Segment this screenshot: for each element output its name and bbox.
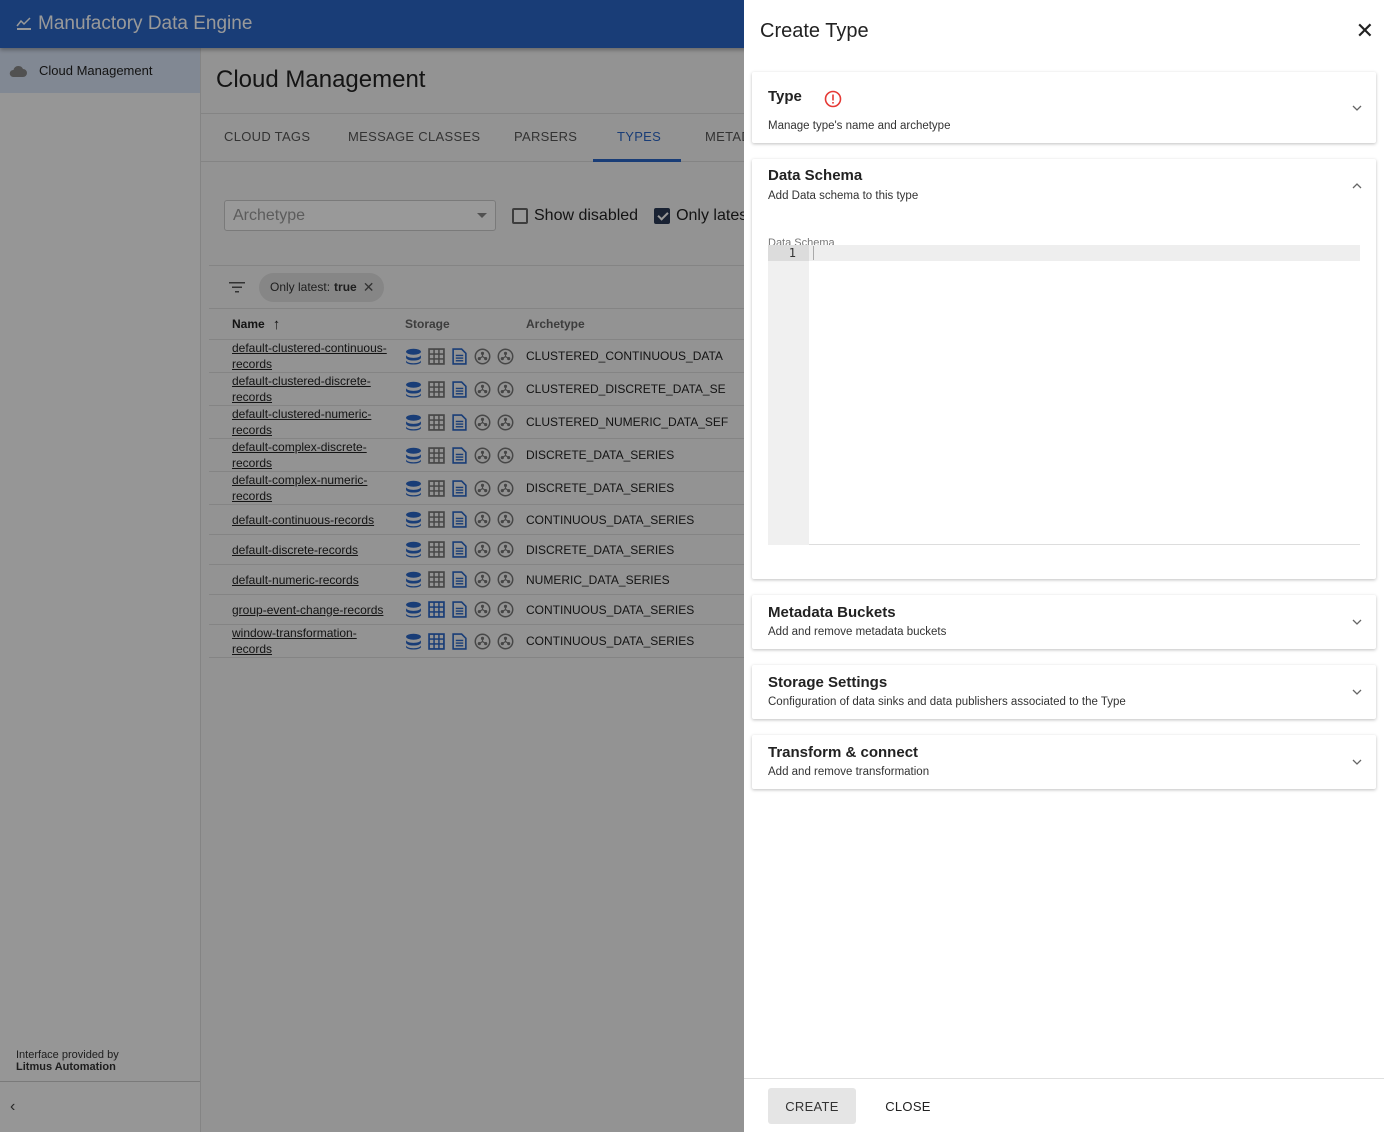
modal-backdrop[interactable] xyxy=(0,0,744,1132)
chevron-up-icon[interactable] xyxy=(1352,181,1362,191)
panel-storage-settings[interactable]: Storage Settings Configuration of data s… xyxy=(752,665,1376,719)
panel-title: Metadata Buckets xyxy=(768,604,896,621)
panel-title[interactable]: Data Schema xyxy=(768,167,862,184)
panel-subtitle: Configuration of data sinks and data pub… xyxy=(768,696,1126,708)
panel-title: Type xyxy=(768,88,802,105)
drawer-title: Create Type xyxy=(760,20,869,42)
line-number: 1 xyxy=(768,245,809,261)
active-code-line[interactable] xyxy=(809,245,1360,261)
error-icon xyxy=(824,90,842,108)
panel-subtitle: Add Data schema to this type xyxy=(768,190,919,202)
app-root: Manufactory Data Engine Cloud Management… xyxy=(0,0,1384,1132)
panel-type[interactable]: Type Manage type's name and archetype xyxy=(752,72,1376,143)
create-type-drawer: Create Type ✕ Type Manage type's name an… xyxy=(744,0,1384,1132)
panel-title: Storage Settings xyxy=(768,674,888,691)
panel-title: Transform & connect xyxy=(768,744,919,761)
panel-transform-connect[interactable]: Transform & connect Add and remove trans… xyxy=(752,735,1376,789)
chevron-down-icon xyxy=(1352,689,1362,695)
close-icon[interactable]: ✕ xyxy=(1356,20,1374,42)
panel-data-schema: Data Schema Add Data schema to this type… xyxy=(752,159,1376,579)
create-button[interactable]: CREATE xyxy=(768,1088,856,1124)
chevron-down-icon xyxy=(1352,105,1362,111)
close-button[interactable]: CLOSE xyxy=(868,1088,948,1124)
drawer-footer: CREATE CLOSE xyxy=(744,1078,1384,1132)
chevron-down-icon xyxy=(1352,759,1362,765)
panel-subtitle: Add and remove transformation xyxy=(768,766,930,778)
chevron-down-icon xyxy=(1352,619,1362,625)
panel-subtitle: Add and remove metadata buckets xyxy=(768,626,947,638)
panel-metadata-buckets[interactable]: Metadata Buckets Add and remove metadata… xyxy=(752,595,1376,649)
text-cursor xyxy=(813,246,814,260)
data-schema-editor[interactable]: 1 xyxy=(768,245,1360,545)
panel-subtitle: Manage type's name and archetype xyxy=(768,120,951,132)
editor-gutter: 1 xyxy=(768,245,809,545)
